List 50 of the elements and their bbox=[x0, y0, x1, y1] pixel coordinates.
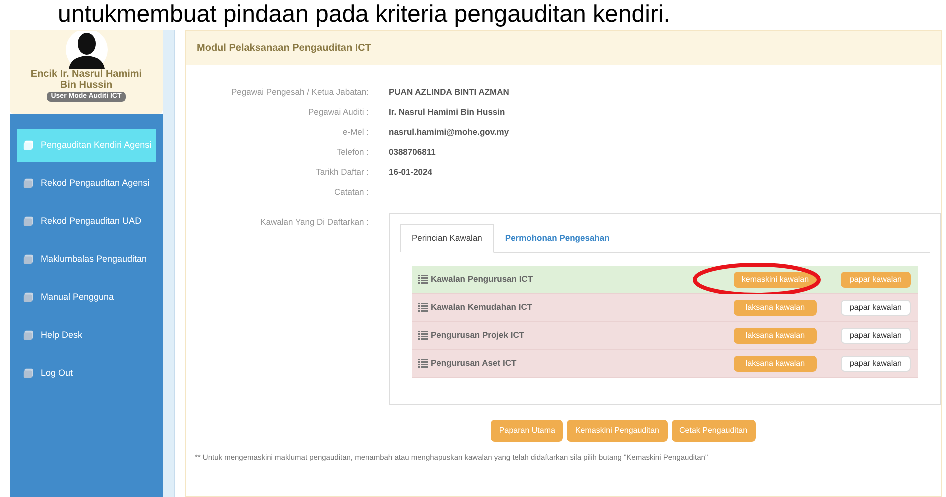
field-label: e-Mel : bbox=[342, 126, 369, 139]
list-icon bbox=[418, 275, 428, 284]
field-value: nasrul.hamimi@mohe.gov.my bbox=[389, 126, 510, 139]
book-icon bbox=[23, 330, 34, 341]
field-label: Catatan : bbox=[334, 186, 369, 199]
field-label: Telefon : bbox=[336, 146, 369, 159]
list-icon bbox=[418, 331, 428, 340]
action-button[interactable]: Kemaskini Pengauditan bbox=[567, 420, 668, 442]
sidebar-item[interactable]: Rekod Pengauditan Agensi bbox=[17, 167, 156, 200]
sidebar-item[interactable]: Maklumbalas Pengauditan bbox=[17, 243, 156, 276]
field-label: Pegawai Auditi : bbox=[308, 106, 369, 119]
field-label: Pegawai Pengesah / Ketua Jabatan: bbox=[230, 86, 369, 99]
field-value: Ir. Nasrul Hamimi Bin Hussin bbox=[389, 106, 506, 119]
panel-header: Modul Pelaksanaan Pengauditan ICT bbox=[186, 31, 941, 65]
user-name: Encik Ir. Nasrul Hamimi Bin Hussin bbox=[30, 69, 144, 91]
avatar-icon bbox=[64, 31, 108, 69]
control-name: Kawalan Kemudahan ICT bbox=[431, 301, 534, 314]
view-button[interactable]: papar kawalan bbox=[841, 300, 911, 316]
book-icon bbox=[23, 178, 34, 189]
field-label: Kawalan Yang Di Daftarkan : bbox=[260, 216, 369, 229]
list-icon bbox=[418, 303, 428, 312]
action-button[interactable]: kemaskini kawalan bbox=[734, 272, 817, 288]
field-value: PUAN AZLINDA BINTI AZMAN bbox=[389, 86, 510, 99]
book-icon bbox=[23, 254, 34, 265]
field-value: 0388706811 bbox=[389, 146, 436, 159]
book-icon bbox=[23, 292, 34, 303]
sidebar-item[interactable]: Manual Pengguna bbox=[17, 281, 156, 314]
book-icon bbox=[23, 368, 34, 379]
control-name: Kawalan Pengurusan ICT bbox=[431, 273, 534, 286]
sidebar-item[interactable]: Log Out bbox=[17, 357, 156, 390]
sidebar-item[interactable]: Help Desk bbox=[17, 319, 156, 352]
book-icon bbox=[23, 216, 34, 227]
action-button[interactable]: laksana kawalan bbox=[734, 356, 817, 372]
tab[interactable]: Permohonan Pengesahan bbox=[494, 224, 621, 252]
action-button[interactable]: laksana kawalan bbox=[734, 300, 817, 316]
caption-text: untukmembuat pindaan pada kriteria pengauditan kendiri. bbox=[58, 1, 670, 28]
view-button[interactable]: papar kawalan bbox=[841, 328, 911, 344]
action-button[interactable]: Paparan Utama bbox=[491, 420, 564, 442]
book-icon bbox=[23, 140, 34, 151]
control-name: Pengurusan Aset ICT bbox=[431, 357, 518, 370]
control-name: Pengurusan Projek ICT bbox=[431, 329, 526, 342]
action-button[interactable]: laksana kawalan bbox=[734, 328, 817, 344]
field-label: Tarikh Daftar : bbox=[315, 166, 369, 179]
tab[interactable]: Perincian Kawalan bbox=[400, 224, 494, 253]
list-icon bbox=[418, 359, 428, 368]
view-button[interactable]: papar kawalan bbox=[841, 356, 911, 372]
view-button[interactable]: papar kawalan bbox=[841, 272, 911, 288]
sidebar-item[interactable]: Rekod Pengauditan UAD bbox=[17, 205, 156, 238]
action-button[interactable]: Cetak Pengauditan bbox=[672, 420, 756, 442]
field-value: 16-01-2024 bbox=[389, 166, 432, 179]
